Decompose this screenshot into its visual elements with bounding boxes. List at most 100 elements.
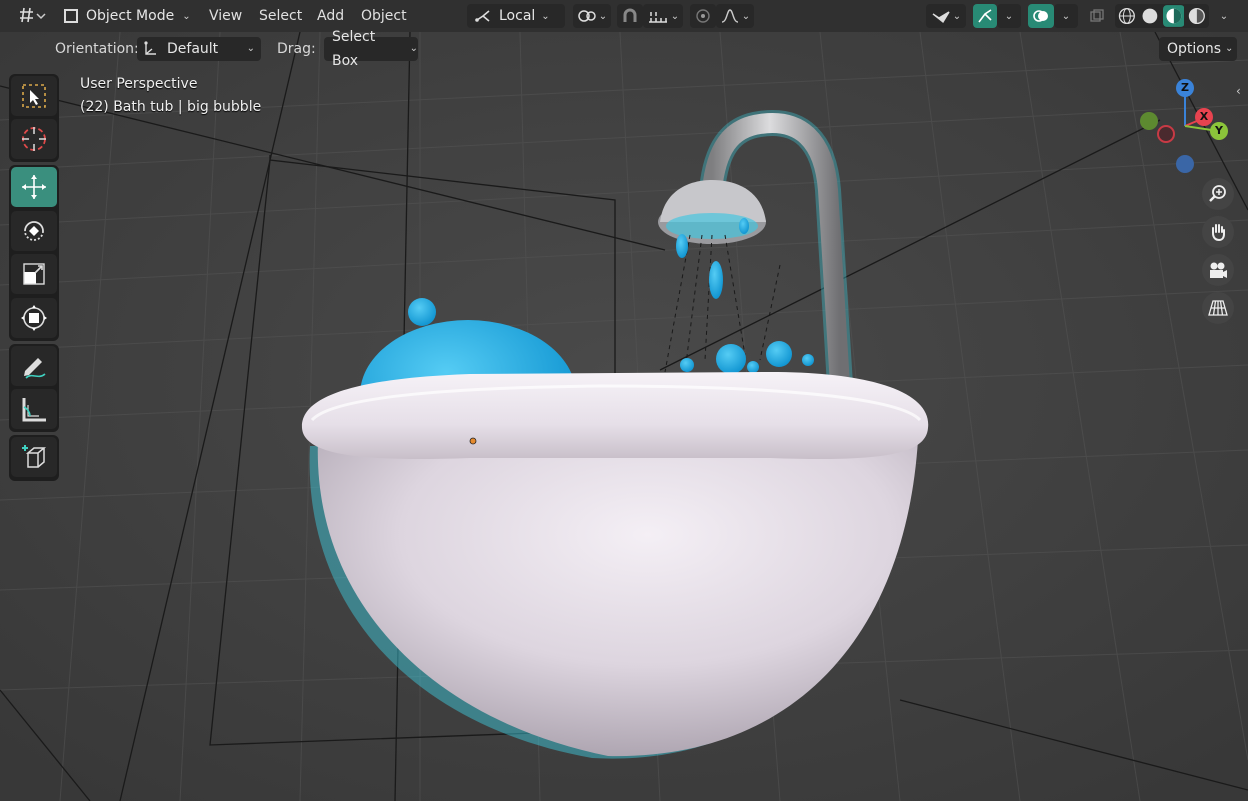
tool-annotate[interactable] <box>11 346 57 386</box>
material-preview-shading-icon[interactable] <box>1162 5 1185 27</box>
gizmo-neg-y[interactable] <box>1140 112 1158 130</box>
bubble <box>680 358 694 372</box>
bubble <box>747 361 759 373</box>
tool-cursor[interactable] <box>11 119 57 159</box>
bubble <box>716 344 746 374</box>
measure-ruler-icon <box>22 398 46 422</box>
scene-canvas[interactable] <box>0 32 1248 801</box>
magnet-icon <box>623 8 637 22</box>
gizmo-neg-x[interactable] <box>1157 125 1175 143</box>
gizmo-options-selector[interactable]: ⌄ <box>997 4 1021 28</box>
orientation-value: Default <box>167 41 219 57</box>
tool-rotate[interactable] <box>11 211 57 251</box>
gizmo-x-axis[interactable]: X <box>1195 108 1213 126</box>
chevron-down-icon: ⌄ <box>1004 10 1014 22</box>
gizmo-z-axis[interactable]: Z <box>1176 79 1194 97</box>
3d-viewport[interactable]: User Perspective (22) Bath tub | big bub… <box>0 32 1248 801</box>
top-header-bar: Object Mode ⌄ View Select Add Object Loc… <box>0 0 1248 32</box>
orientation-dropdown[interactable]: Default ⌄ <box>137 37 261 61</box>
proportional-edit-icon <box>696 9 710 23</box>
overlays-options-selector[interactable]: ⌄ <box>1054 4 1078 28</box>
editor-type-selector[interactable] <box>14 4 50 28</box>
solid-shading-icon[interactable] <box>1140 6 1160 26</box>
chevron-down-icon: ⌄ <box>741 10 751 22</box>
zoom-magnifier-icon <box>1209 185 1226 202</box>
xray-icon <box>1090 9 1104 22</box>
wireframe-shading-icon[interactable] <box>1117 6 1137 26</box>
bubble <box>766 341 792 367</box>
chevron-down-icon: ⌄ <box>670 10 680 22</box>
local-axes-icon <box>475 10 490 22</box>
rendered-shading-icon[interactable] <box>1187 6 1207 26</box>
mode-selector[interactable]: Object Mode ⌄ <box>58 4 194 28</box>
selectability-icon <box>932 11 950 24</box>
transform-icon <box>21 305 47 331</box>
mode-label: Object Mode <box>86 8 175 24</box>
select-box-icon <box>22 84 46 108</box>
shading-options-selector[interactable]: ⌄ <box>1212 4 1236 28</box>
transform-orientation-selector[interactable]: Local ⌄ <box>467 4 565 28</box>
chevron-down-icon: ⌄ <box>952 10 962 22</box>
bubble-small <box>408 298 436 326</box>
chevron-down-icon: ⌄ <box>1225 43 1234 54</box>
add-cube-icon <box>22 445 47 468</box>
water-drop <box>709 261 723 299</box>
snap-target-selector[interactable]: ⌄ <box>643 4 683 28</box>
drag-value: Select Box <box>332 29 376 69</box>
tool-select-box[interactable] <box>11 76 57 116</box>
gizmo-toggle[interactable] <box>973 4 997 28</box>
falloff-curve-icon <box>721 9 738 23</box>
annotate-pencil-icon <box>24 358 46 379</box>
chevron-down-icon: ⌄ <box>182 10 191 22</box>
snap-toggle[interactable] <box>617 4 643 28</box>
tool-move[interactable] <box>11 167 57 207</box>
zoom-button[interactable] <box>1202 178 1234 210</box>
chevron-down-icon: ⌄ <box>1061 10 1071 22</box>
transform-space-label: Local <box>499 8 536 24</box>
chevron-down-icon: ⌄ <box>541 10 550 22</box>
sidebar-expand-arrow[interactable]: ‹ <box>1236 84 1248 100</box>
active-object-label: (22) Bath tub | big bubble <box>80 99 262 115</box>
snap-increment-icon <box>648 12 667 23</box>
menu-select[interactable]: Select <box>259 4 302 28</box>
hand-icon <box>1212 224 1225 242</box>
tool-add-cube[interactable] <box>11 437 57 477</box>
pivot-icon <box>578 10 596 22</box>
perspective-grid-icon <box>1208 300 1228 316</box>
orientation-label: Orientation: <box>55 41 139 57</box>
proportional-falloff-selector[interactable]: ⌄ <box>716 4 754 28</box>
menu-view[interactable]: View <box>209 4 242 28</box>
gizmo-icon <box>978 9 992 23</box>
tool-measure[interactable] <box>11 389 57 429</box>
water-drop <box>676 234 688 258</box>
overlays-toggle[interactable] <box>1028 4 1054 28</box>
move-arrows-icon <box>22 175 46 199</box>
pan-button[interactable] <box>1202 216 1234 248</box>
visibility-selector[interactable]: ⌄ <box>926 4 966 28</box>
drag-label: Drag: <box>277 41 316 57</box>
chevron-down-icon: ⌄ <box>246 43 255 54</box>
projection-toggle-button[interactable] <box>1202 292 1234 324</box>
chevron-down-icon: ⌄ <box>598 10 608 22</box>
gizmo-y-axis[interactable]: Y <box>1210 122 1228 140</box>
chevron-down-icon: ⌄ <box>1219 10 1229 22</box>
object-origin-dot <box>469 437 477 445</box>
view-name-label: User Perspective <box>80 76 198 92</box>
options-dropdown[interactable]: Options ⌄ <box>1159 37 1237 61</box>
camera-view-button[interactable] <box>1202 254 1234 286</box>
scale-icon <box>23 263 45 285</box>
water-drop <box>739 218 749 234</box>
pivot-point-selector[interactable]: ⌄ <box>573 4 611 28</box>
tool-scale[interactable] <box>11 254 57 294</box>
rotate-icon <box>24 221 44 241</box>
shading-mode-group <box>1115 4 1209 28</box>
tool-transform[interactable] <box>11 298 57 338</box>
proportional-edit-toggle[interactable] <box>690 4 716 28</box>
cursor-icon <box>22 127 46 151</box>
xray-toggle[interactable] <box>1085 4 1109 28</box>
editor-type-icon <box>20 7 46 23</box>
gizmo-neg-z[interactable] <box>1176 155 1194 173</box>
options-label: Options <box>1167 41 1222 57</box>
chevron-down-icon: ⌄ <box>409 43 418 54</box>
drag-dropdown[interactable]: Select Box ⌄ <box>324 29 418 69</box>
